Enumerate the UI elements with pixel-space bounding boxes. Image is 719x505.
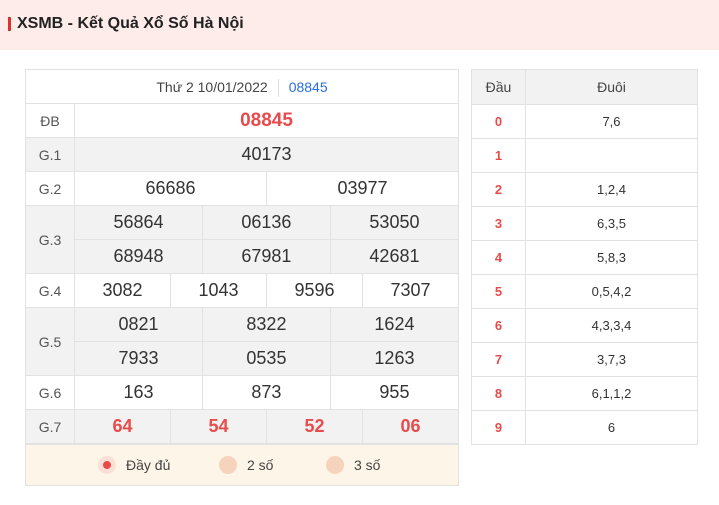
loto-head: 4 (471, 240, 526, 275)
loto-head: 9 (471, 410, 526, 445)
prize-row-g4: G.4 3082 1043 9596 7307 (25, 273, 460, 308)
prize-row-db: ĐB 08845 (25, 103, 459, 138)
loto-row: 5 0,5,4,2 (471, 274, 698, 309)
option-3-digits[interactable]: 3 số (326, 455, 380, 475)
loto-row: 3 6,3,5 (471, 206, 698, 241)
loto-tail (525, 138, 698, 173)
prize-label: G.4 (25, 273, 75, 308)
prize-number: 56864 (74, 205, 203, 240)
special-prize-number: 08845 (74, 103, 459, 138)
draw-info-row: Thứ 2 10/01/2022 08845 (25, 69, 459, 104)
loto-tail: 1,2,4 (525, 172, 698, 207)
loto-header-row: Đầu Đuôi (471, 69, 698, 105)
prize-label: G.6 (25, 375, 75, 410)
loto-row: 7 3,7,3 (471, 342, 698, 377)
prize-number: 06136 (201, 205, 331, 240)
prize-number: 42681 (329, 239, 460, 274)
draw-date: Thứ 2 10/01/2022 (156, 78, 268, 95)
loto-head: 7 (471, 342, 526, 377)
prize-label: G.5 (25, 307, 75, 376)
loto-head: 3 (471, 206, 526, 241)
loto-head-header: Đầu (471, 69, 526, 105)
draw-info: Thứ 2 10/01/2022 08845 (25, 69, 459, 104)
loto-tail: 4,3,3,4 (525, 308, 698, 343)
radio-icon[interactable] (326, 456, 344, 475)
loto-tail: 3,7,3 (525, 342, 698, 377)
option-2-digits[interactable]: 2 số (219, 455, 273, 475)
prize-label: G.7 (25, 409, 75, 444)
loto-tail: 0,5,4,2 (525, 274, 698, 309)
results-table: Thứ 2 10/01/2022 08845 ĐB 08845 G.1 40173… (25, 69, 460, 444)
divider (277, 79, 279, 98)
loto-tail: 6,3,5 (525, 206, 698, 241)
prize-label: G.2 (25, 171, 75, 206)
prize-number: 0821 (74, 307, 203, 342)
option-3-label: 3 số (354, 457, 381, 473)
page-title: XSMB - Kết Quả Xổ Số Hà Nội (17, 15, 244, 32)
prize-number: 7933 (74, 341, 203, 376)
prize-label: ĐB (25, 103, 75, 138)
prize-row-g3: G.3 56864 06136 53050 (25, 205, 460, 274)
loto-tail: 6 (525, 410, 698, 445)
prize-number: 163 (74, 375, 203, 410)
prize-row-g5b: 7933 0535 1263 (26, 341, 460, 376)
prize-row-g7: G.7 64 54 52 06 (25, 409, 460, 444)
loto-row: 4 5,8,3 (471, 240, 698, 275)
loto-table: Đầu Đuôi 0 7,6 1 2 1,2,4 3 6,3,5 4 5,8,3 5 0,… (471, 69, 698, 445)
loto-head: 6 (471, 308, 526, 343)
prize-number: 3082 (74, 273, 171, 308)
prize-number: 40173 (74, 137, 459, 172)
loto-head: 8 (471, 376, 526, 411)
display-options: Đầy đủ 2 số 3 số (25, 444, 459, 486)
loto-head: 0 (471, 104, 526, 139)
loto-row: 8 6,1,1,2 (471, 376, 698, 411)
prize-number: 03977 (265, 171, 460, 206)
loto-head: 2 (471, 172, 526, 207)
loto-row: 96 (471, 410, 698, 445)
prize-number: 54 (169, 409, 267, 444)
prize-number: 64 (74, 409, 171, 444)
prize-number: 53050 (329, 205, 460, 240)
prize-number: 1624 (329, 307, 460, 342)
prize-row-g5: G.5 0821 8322 1624 (25, 307, 460, 376)
option-2-label: 2 số (247, 457, 274, 473)
prize-number: 955 (329, 375, 460, 410)
prize-number: 0535 (201, 341, 331, 376)
loto-row: 0 7,6 (471, 104, 698, 139)
prize-number: 873 (201, 375, 331, 410)
loto-tail: 7,6 (525, 104, 698, 139)
option-full-label: Đầy đủ (126, 457, 171, 473)
header-accent-bar (8, 17, 11, 31)
prize-label: G.1 (25, 137, 75, 172)
prize-number: 06 (361, 409, 460, 444)
loto-tail: 6,1,1,2 (525, 376, 698, 411)
prize-number: 1043 (169, 273, 267, 308)
prize-number: 52 (265, 409, 363, 444)
prize-number: 68948 (74, 239, 203, 274)
prize-row-g3b: 68948 67981 42681 (26, 239, 460, 274)
prize-number: 66686 (74, 171, 267, 206)
prize-row-g1: G.1 40173 (25, 137, 459, 172)
loto-head: 1 (471, 138, 526, 173)
loto-head: 5 (471, 274, 526, 309)
loto-row: 6 4,3,3,4 (471, 308, 698, 343)
draw-code[interactable]: 08845 (289, 79, 328, 95)
prize-number: 1263 (329, 341, 460, 376)
radio-icon[interactable] (219, 456, 237, 475)
prize-number: 7307 (361, 273, 460, 308)
radio-selected-icon[interactable] (98, 456, 116, 475)
loto-tail-header: Đuôi (525, 69, 698, 105)
prize-number: 8322 (201, 307, 331, 342)
prize-row-g2: G.2 66686 03977 (25, 171, 460, 206)
option-full[interactable]: Đầy đủ (98, 455, 170, 475)
prize-number: 67981 (201, 239, 331, 274)
page-header: XSMB - Kết Quả Xổ Số Hà Nội (0, 0, 719, 50)
prize-row-g6: G.6 163 873 955 (25, 375, 460, 410)
prize-number: 9596 (265, 273, 363, 308)
loto-row: 2 1,2,4 (471, 172, 698, 207)
loto-tail: 5,8,3 (525, 240, 698, 275)
loto-row: 1 (471, 138, 698, 173)
prize-label: G.3 (25, 205, 75, 274)
